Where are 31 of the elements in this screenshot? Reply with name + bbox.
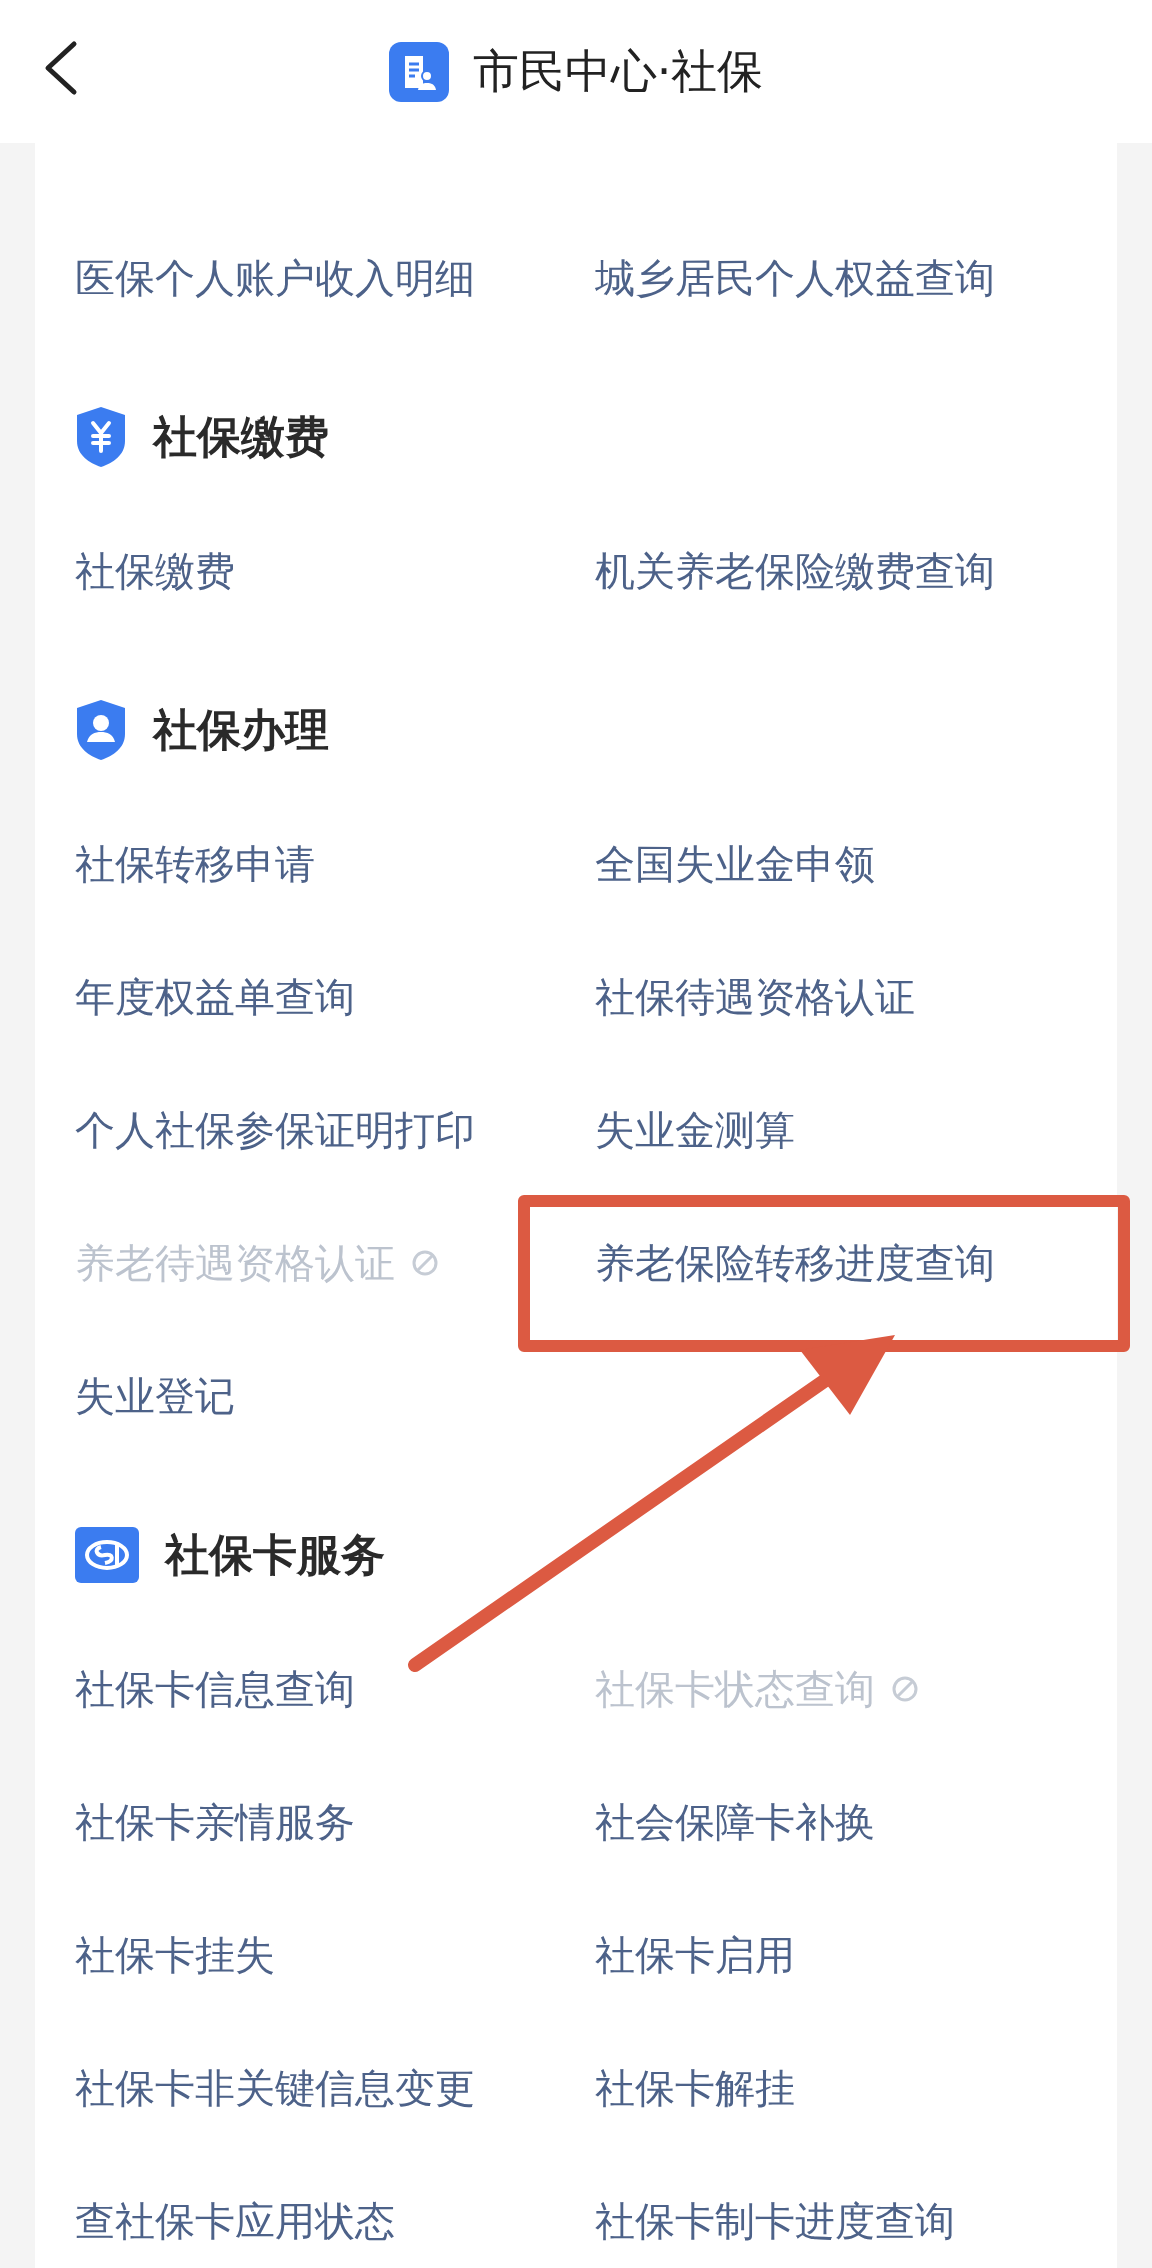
service-link[interactable]: 失业登记 — [75, 1375, 235, 1416]
yuan-shield-icon — [75, 404, 127, 469]
service-link[interactable]: 年度权益单查询 — [75, 976, 355, 1017]
card-logo-icon — [75, 1526, 139, 1583]
service-link[interactable]: 社保卡启用 — [595, 1934, 795, 1975]
unavailable-icon — [411, 1248, 439, 1277]
person-shield-icon — [75, 697, 127, 762]
service-link[interactable]: 机关养老保险缴费查询 — [595, 550, 995, 591]
service-link[interactable]: 查社保卡应用状态 — [75, 2200, 395, 2241]
service-link[interactable]: 社保卡非关键信息变更 — [75, 2067, 475, 2108]
service-link[interactable]: 养老保险转移进度查询 — [595, 1242, 995, 1283]
section-title: 社保缴费 — [153, 409, 329, 464]
service-link[interactable]: 城乡居民个人权益查询 — [595, 257, 995, 298]
service-link[interactable]: 社保卡制卡进度查询 — [595, 2200, 955, 2241]
section-title: 社保卡服务 — [165, 1527, 385, 1582]
service-link[interactable]: 社保卡解挂 — [595, 2067, 795, 2108]
service-link[interactable]: 失业金测算 — [595, 1109, 795, 1150]
service-link[interactable]: 社保待遇资格认证 — [595, 976, 915, 1017]
service-link[interactable]: 社保卡信息查询 — [75, 1668, 355, 1709]
service-link[interactable]: 个人社保参保证明打印 — [75, 1109, 475, 1150]
service-link[interactable]: 社会保障卡补换 — [595, 1801, 875, 1842]
page-title: 市民中心·社保 — [472, 43, 764, 100]
section-title: 社保办理 — [153, 702, 329, 757]
service-link[interactable]: 全国失业金申领 — [595, 843, 875, 884]
service-link[interactable]: 社保转移申请 — [75, 843, 315, 884]
service-link[interactable]: 社保卡挂失 — [75, 1934, 275, 1975]
service-link[interactable]: 社保缴费 — [75, 550, 235, 591]
service-link[interactable]: 医保个人账户收入明细 — [75, 257, 475, 298]
unavailable-icon — [891, 1674, 919, 1703]
document-user-icon — [388, 41, 449, 102]
service-link[interactable]: 社保卡亲情服务 — [75, 1801, 355, 1842]
